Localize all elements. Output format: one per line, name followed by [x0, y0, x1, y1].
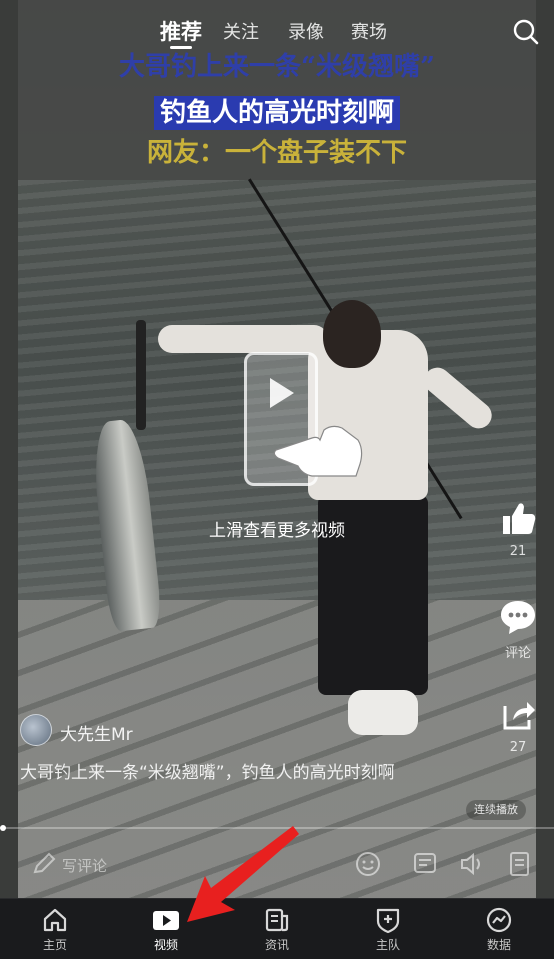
video-title-line-2: 钓鱼人的高光时刻啊 [18, 92, 536, 130]
nav-label-team: 主队 [375, 938, 400, 952]
volume-icon[interactable] [458, 850, 486, 878]
edit-pencil-icon [33, 852, 56, 874]
share-icon [503, 702, 535, 730]
swipe-hint-text: 上滑查看更多视频 [209, 521, 345, 541]
comment-label: 评论 [504, 646, 531, 661]
person-shoe [348, 690, 418, 735]
like-button[interactable]: 21 [482, 500, 554, 559]
danmaku-icon[interactable] [412, 850, 440, 878]
like-count: 21 [509, 544, 527, 559]
emoji-icon[interactable] [354, 850, 382, 878]
nav-label-data: 数据 [486, 938, 511, 952]
data-chart-icon [486, 907, 512, 933]
swipe-hint-play-icon [270, 378, 294, 408]
nav-label-home: 主页 [42, 938, 67, 952]
tab-recommend[interactable]: 推荐 [160, 16, 202, 46]
comment-button[interactable]: 评论 [482, 598, 554, 661]
video-title-line-1: 大哥钓上来一条“米级翘嘴” [119, 52, 435, 82]
share-count: 27 [509, 740, 527, 755]
top-tabs: 推荐 关注 录像 赛场 [0, 14, 554, 49]
person-arm [158, 325, 328, 353]
nav-item-home[interactable]: 主页 [0, 899, 110, 959]
swipe-hand-icon [273, 425, 363, 477]
nav-item-team[interactable]: 主队 [333, 899, 443, 959]
comment-bubble-icon [501, 601, 535, 634]
team-shield-icon [376, 908, 400, 934]
video-title-line-2-text: 钓鱼人的高光时刻啊 [153, 96, 400, 130]
fish-hold [136, 320, 146, 430]
subtitle-doc-icon[interactable] [506, 850, 534, 878]
search-icon[interactable] [512, 18, 540, 46]
nav-label-video: 视频 [153, 938, 178, 952]
autoplay-label: 连续播放 [474, 803, 518, 816]
tab-active-underline [170, 46, 192, 49]
tab-matches[interactable]: 赛场 [351, 18, 387, 44]
annotation-arrow-icon [187, 826, 299, 922]
nav-item-data[interactable]: 数据 [444, 899, 554, 959]
progress-knob[interactable] [0, 825, 6, 831]
home-icon [43, 908, 67, 932]
person-head [323, 300, 381, 368]
author-name[interactable]: 大先生Mr [60, 720, 133, 745]
tab-replays[interactable]: 录像 [288, 18, 324, 44]
comment-input[interactable]: 写评论 [62, 855, 107, 876]
nav-label-news: 资讯 [264, 938, 289, 952]
video-title-line-3: 网友：一个盘子装不下 [146, 138, 407, 168]
tab-following[interactable]: 关注 [223, 18, 259, 44]
video-description: 大哥钓上来一条“米级翘嘴”，钓鱼人的高光时刻啊 [20, 763, 395, 783]
autoplay-toggle[interactable]: 连续播放 [466, 800, 526, 820]
avatar[interactable] [20, 714, 52, 746]
share-button[interactable]: 27 [482, 696, 554, 755]
thumbs-up-icon [503, 503, 536, 534]
